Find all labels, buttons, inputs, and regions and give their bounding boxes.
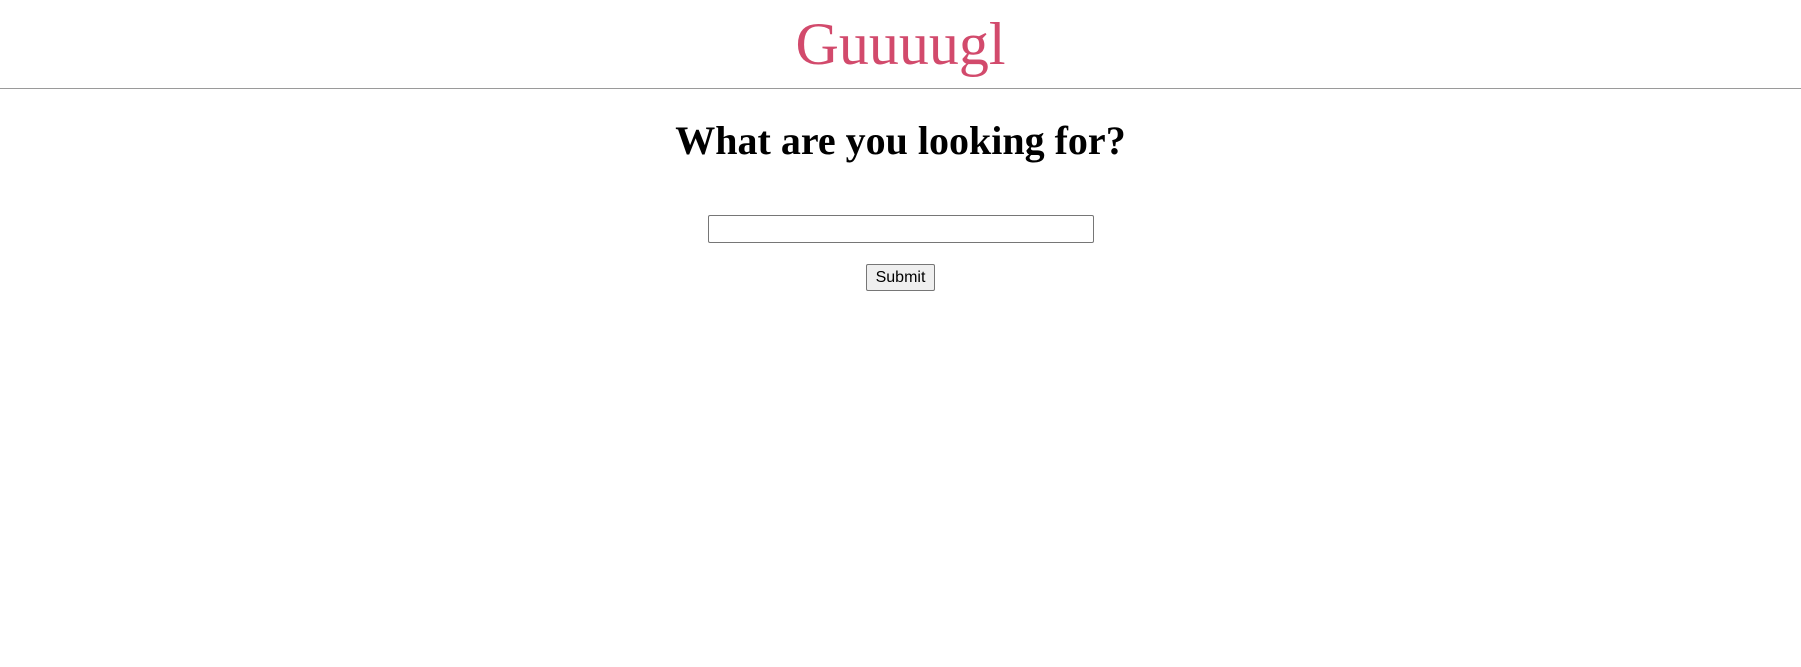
- submit-container: Submit: [0, 264, 1801, 291]
- search-field-container: [0, 215, 1801, 243]
- page-title: What are you looking for?: [675, 118, 1126, 163]
- site-header: Guuuugl: [0, 0, 1801, 89]
- submit-button[interactable]: Submit: [865, 264, 936, 291]
- search-form: What are you looking for? Submit: [0, 119, 1801, 291]
- search-input[interactable]: [707, 215, 1094, 243]
- brand-logo: Guuuugl: [795, 11, 1006, 77]
